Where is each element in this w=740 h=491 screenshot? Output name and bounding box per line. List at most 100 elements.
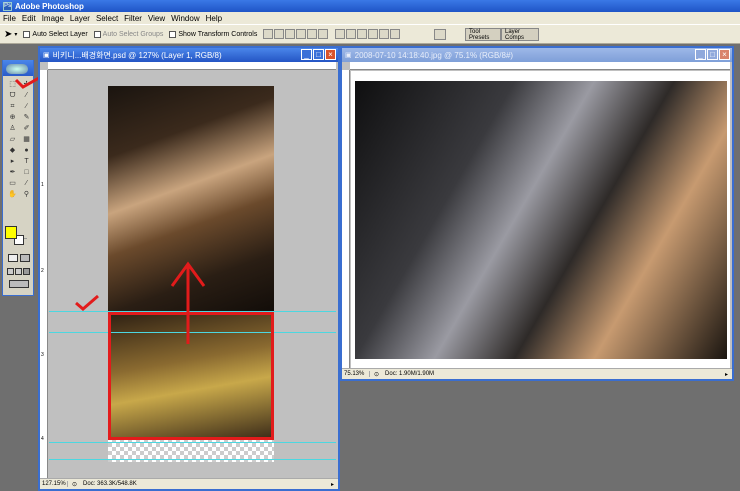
screen-mode-full-icon[interactable] (23, 268, 30, 275)
move-tool-icon: ➤ (4, 28, 13, 40)
jump-to-imageready-icon[interactable] (9, 280, 29, 288)
dodge-tool-icon[interactable]: ● (20, 146, 33, 156)
file-browser-icon[interactable] (434, 29, 446, 40)
history-brush-tool-icon[interactable]: ✐ (20, 124, 33, 134)
guide-line (49, 459, 336, 460)
document-size-info: Doc: 363.3K/548.8K (83, 481, 137, 487)
menu-window[interactable]: Window (171, 14, 199, 23)
menu-view[interactable]: View (148, 14, 165, 23)
menu-bar: File Edit Image Layer Select Filter View… (0, 12, 740, 24)
move-tool-preset[interactable]: ➤ ▾ (4, 29, 17, 40)
eyedropper-tool-icon[interactable]: ⁄ (20, 179, 33, 189)
align-right-icon[interactable] (318, 29, 329, 39)
menu-edit[interactable]: Edit (22, 14, 36, 23)
minimize-button[interactable]: _ (695, 49, 706, 60)
scroll-right-icon[interactable]: ▸ (331, 481, 334, 488)
document-icon: ▣ (345, 52, 352, 59)
align-left-icon[interactable] (296, 29, 307, 39)
menu-image[interactable]: Image (42, 14, 64, 23)
options-bar: ➤ ▾ Auto Select Layer Auto Select Groups… (0, 24, 740, 44)
clone-stamp-tool-icon[interactable]: ♙ (6, 124, 19, 134)
distribute-hcenter-icon[interactable] (379, 29, 390, 39)
distribute-right-icon[interactable] (390, 29, 401, 39)
type-tool-icon[interactable]: T (20, 157, 33, 167)
pen-tool-icon[interactable]: ✒ (6, 168, 19, 178)
close-button[interactable]: × (325, 49, 336, 60)
crop-tool-icon[interactable]: ⌗ (6, 102, 19, 112)
show-transform-controls-option[interactable]: Show Transform Controls (169, 30, 258, 38)
healing-brush-tool-icon[interactable]: ⊕ (6, 113, 19, 123)
zoom-field[interactable]: 75.13% (342, 371, 370, 377)
menu-filter[interactable]: Filter (124, 14, 142, 23)
red-up-arrow-annotation (170, 261, 206, 344)
auto-select-groups-checkbox[interactable] (93, 30, 101, 38)
quick-mask-mode-icon[interactable] (20, 254, 30, 262)
document-2-title: 2008-07-10 14:18:40.jpg @ 75.1% (RGB/8#) (354, 50, 514, 60)
path-selection-tool-icon[interactable]: ▸ (6, 157, 19, 167)
distribute-vcenter-icon[interactable] (346, 29, 357, 39)
maximize-button[interactable]: □ (707, 49, 718, 60)
distribute-top-icon[interactable] (335, 29, 346, 39)
guide-line (49, 442, 336, 443)
menu-layer[interactable]: Layer (70, 14, 90, 23)
blur-tool-icon[interactable]: ◆ (6, 146, 19, 156)
auto-select-groups-option[interactable]: Auto Select Groups (93, 30, 164, 38)
foreground-color-swatch[interactable] (5, 226, 17, 239)
dropdown-arrow-icon: ▾ (14, 31, 18, 38)
menu-help[interactable]: Help (206, 14, 222, 23)
document-1-status-bar: 127.15% ⊙ Doc: 363.3K/548.8K ▸ (40, 478, 338, 489)
align-top-icon[interactable] (263, 29, 274, 39)
tab-layer-comps[interactable]: Layer Comps (501, 28, 539, 41)
document-icon: ▣ (43, 52, 50, 59)
hand-tool-icon[interactable]: ✋ (6, 190, 19, 200)
standard-mode-icon[interactable] (8, 254, 18, 262)
scroll-right-icon[interactable]: ▸ (725, 371, 728, 378)
toolbox: ⬚ ✢ ᗜ ⁄ ⌗ ∕ ⊕ ✎ ♙ ✐ ▱ ▦ ◆ ● ▸ T ✒ □ ▭ ⁄ ✋ ⚲ (2, 60, 34, 296)
vertical-ruler[interactable]: 1 2 3 4 (40, 70, 48, 478)
minimize-button[interactable]: _ (301, 49, 312, 60)
magic-wand-tool-icon[interactable]: ⁄ (20, 91, 33, 101)
app-title: Adobe Photoshop (15, 1, 84, 11)
align-vcenter-icon[interactable] (274, 29, 285, 39)
brush-tool-icon[interactable]: ✎ (20, 113, 33, 123)
eraser-tool-icon[interactable]: ▱ (6, 135, 19, 145)
ruler-mark: 3 (41, 352, 44, 358)
maximize-button[interactable]: □ (313, 49, 324, 60)
zoom-field[interactable]: 127.15% (40, 481, 68, 487)
zoom-tool-icon[interactable]: ⚲ (20, 190, 33, 200)
auto-select-layer-option[interactable]: Auto Select Layer (23, 30, 88, 38)
menu-select[interactable]: Select (96, 14, 118, 23)
document-size-info: Doc: 1.90M/1.90M (385, 371, 435, 377)
close-button[interactable]: × (719, 49, 730, 60)
screen-mode-standard-icon[interactable] (7, 268, 14, 275)
document-2-status-bar: 75.13% ⊙ Doc: 1.90M/1.90M ▸ (342, 368, 732, 379)
red-check-annotation-bottom (75, 294, 99, 311)
tool-grid: ⬚ ✢ ᗜ ⁄ ⌗ ∕ ⊕ ✎ ♙ ✐ ▱ ▦ ◆ ● ▸ T ✒ □ ▭ ⁄ ✋ ⚲ (6, 80, 32, 200)
gradient-tool-icon[interactable]: ▦ (20, 135, 33, 145)
notes-tool-icon[interactable]: ▭ (6, 179, 19, 189)
auto-select-layer-label: Auto Select Layer (32, 30, 88, 38)
app-title-bar: Ps Adobe Photoshop (0, 0, 740, 12)
screen-mode-full-menu-icon[interactable] (15, 268, 22, 275)
align-hcenter-icon[interactable] (307, 29, 318, 39)
menu-file[interactable]: File (3, 14, 16, 23)
auto-select-groups-label: Auto Select Groups (102, 30, 164, 38)
document-window-1: ▣ 비키니...배경화면.psd @ 127% (Layer 1, RGB/8)… (38, 46, 340, 491)
show-transform-controls-checkbox[interactable] (169, 30, 177, 38)
horizontal-ruler[interactable] (350, 62, 730, 70)
photoshop-logo-icon: Ps (3, 1, 12, 11)
vertical-ruler[interactable] (342, 70, 350, 368)
document-1-title-bar[interactable]: ▣ 비키니...배경화면.psd @ 127% (Layer 1, RGB/8)… (40, 48, 338, 62)
distribute-bottom-icon[interactable] (357, 29, 368, 39)
align-bottom-icon[interactable] (285, 29, 296, 39)
document-window-2: ▣ 2008-07-10 14:18:40.jpg @ 75.1% (RGB/8… (340, 46, 734, 381)
lasso-tool-icon[interactable]: ᗜ (6, 91, 19, 101)
auto-select-layer-checkbox[interactable] (23, 30, 31, 38)
tab-tool-presets[interactable]: Tool Presets (465, 28, 501, 41)
distribute-left-icon[interactable] (368, 29, 379, 39)
slice-tool-icon[interactable]: ∕ (20, 102, 33, 112)
shape-tool-icon[interactable]: □ (20, 168, 33, 178)
horizontal-ruler[interactable] (48, 62, 336, 70)
document-2-title-bar[interactable]: ▣ 2008-07-10 14:18:40.jpg @ 75.1% (RGB/8… (342, 48, 732, 62)
show-transform-controls-label: Show Transform Controls (178, 30, 258, 38)
